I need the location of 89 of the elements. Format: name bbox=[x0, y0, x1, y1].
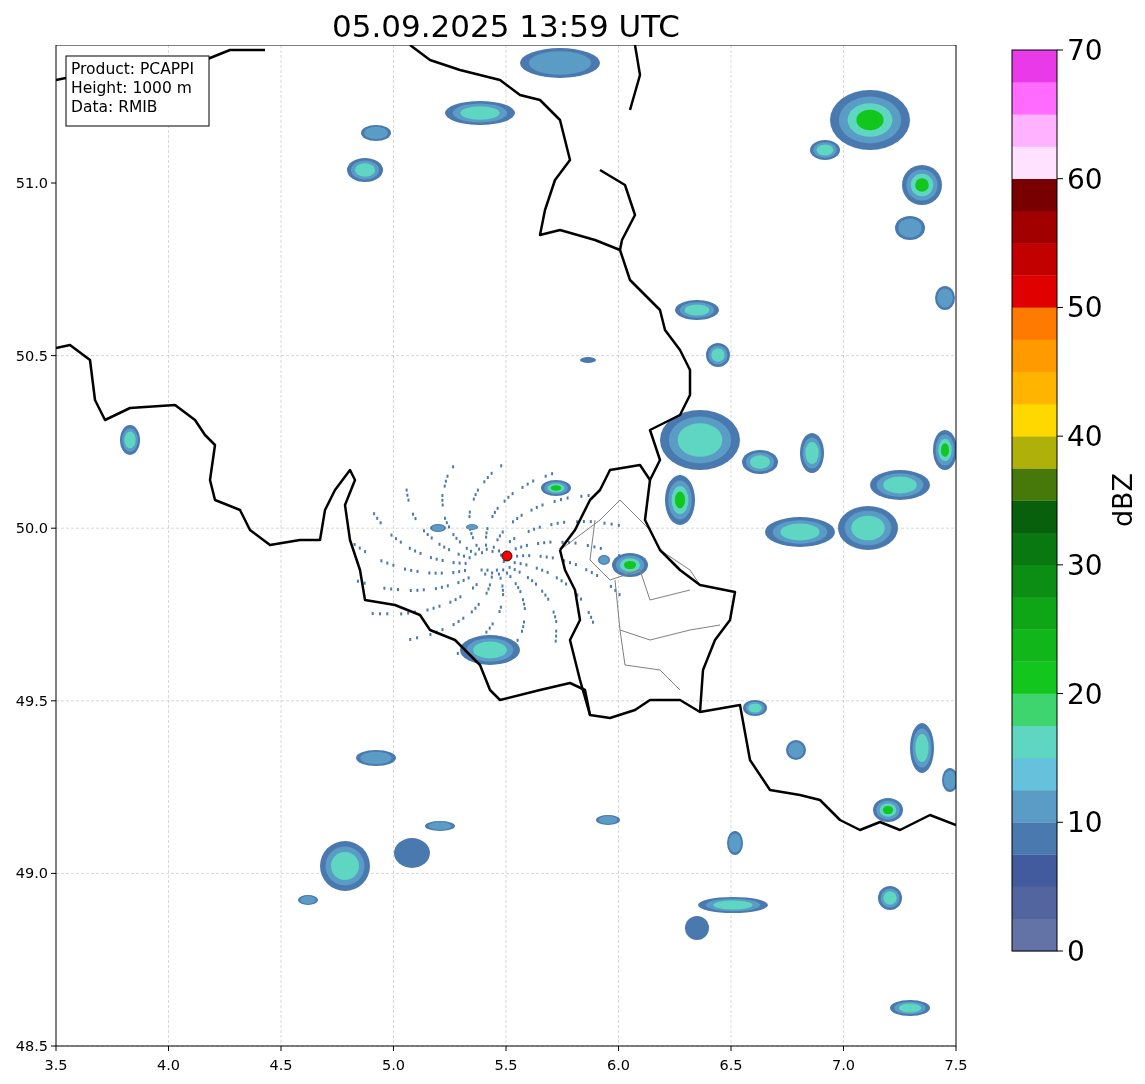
colorbar-tick-label: 40 bbox=[1067, 420, 1103, 454]
axis-tick-label: 3.5 bbox=[44, 1057, 68, 1073]
radar-echo bbox=[445, 101, 515, 125]
axis-tick-label: 5.5 bbox=[494, 1057, 518, 1073]
radar-echo bbox=[460, 635, 520, 665]
radar-echo bbox=[120, 425, 140, 455]
tick-mark bbox=[1056, 564, 1064, 566]
tick-mark bbox=[505, 1045, 507, 1052]
axis-tick-label: 49.5 bbox=[15, 692, 48, 709]
tick-mark bbox=[730, 1045, 732, 1052]
colorbar-tick-label: 10 bbox=[1067, 806, 1103, 840]
axis-tick-label: 50.5 bbox=[15, 347, 48, 364]
radar-echo bbox=[598, 555, 610, 565]
radar-echo bbox=[394, 838, 430, 868]
radar-echo bbox=[902, 165, 942, 205]
axis-tick-label: 6.5 bbox=[719, 1057, 743, 1073]
tick-mark bbox=[1056, 178, 1064, 180]
colorbar-tick-label: 0 bbox=[1067, 935, 1085, 968]
tick-mark bbox=[843, 1045, 844, 1052]
radar-echo bbox=[466, 524, 478, 530]
colorbar-label: dBZ bbox=[1107, 472, 1138, 528]
radar-echo bbox=[786, 740, 806, 760]
radar-echo bbox=[298, 895, 318, 905]
radar-echo bbox=[356, 750, 396, 766]
colorbar-tick-label: 60 bbox=[1067, 162, 1103, 196]
tick-mark bbox=[955, 1045, 957, 1052]
tick-mark bbox=[50, 700, 57, 702]
tick-mark bbox=[50, 872, 57, 874]
radar-echo bbox=[933, 430, 956, 470]
axis-tick-label: 5.0 bbox=[381, 1057, 406, 1073]
tick-mark bbox=[50, 527, 57, 529]
info-text: Product: PCAPPI bbox=[71, 60, 195, 78]
axis-tick-label: 48.5 bbox=[15, 1038, 48, 1054]
tick-mark bbox=[1056, 49, 1064, 51]
radar-echo bbox=[541, 480, 571, 496]
radar-echo bbox=[612, 553, 648, 577]
radar-echo bbox=[320, 841, 370, 891]
radar-echo bbox=[910, 723, 934, 773]
radar-echo bbox=[675, 300, 719, 320]
axis-tick-label: 6.0 bbox=[606, 1057, 631, 1073]
tick-mark bbox=[1056, 306, 1064, 308]
radar-echo bbox=[685, 916, 709, 940]
radar-echo bbox=[878, 886, 902, 910]
tick-mark bbox=[1056, 435, 1064, 437]
colorbar-tick-label: 50 bbox=[1067, 291, 1103, 325]
radar-echo bbox=[425, 821, 455, 831]
radar-echo bbox=[870, 470, 930, 500]
tick-mark bbox=[618, 1045, 619, 1052]
tick-mark bbox=[1056, 693, 1064, 695]
radar-echo bbox=[935, 286, 955, 310]
axis-tick-label: 4.5 bbox=[269, 1057, 293, 1073]
chart-title: 05.09.2025 13:59 UTC bbox=[331, 7, 681, 45]
radar-echo bbox=[895, 216, 925, 240]
tick-mark bbox=[1056, 821, 1064, 823]
radar-echo bbox=[706, 343, 730, 367]
colorbar-tick-label: 20 bbox=[1067, 677, 1103, 711]
axis-tick-label: 7.0 bbox=[831, 1057, 856, 1073]
radar-echo bbox=[765, 517, 835, 547]
axis-tick-label: 50.0 bbox=[15, 520, 48, 537]
tick-mark bbox=[393, 1045, 394, 1052]
radar-echo bbox=[698, 897, 768, 913]
axis-tick-label: 51.0 bbox=[15, 175, 48, 191]
radar-echo bbox=[361, 125, 391, 141]
tick-mark bbox=[280, 1045, 282, 1052]
info-text: Height: 1000 m bbox=[71, 79, 192, 97]
info-text: Data: RMIB bbox=[71, 98, 158, 116]
axis-tick-label: 49.0 bbox=[15, 865, 48, 882]
colorbar-tick-label: 70 bbox=[1067, 34, 1103, 67]
radar-echo bbox=[873, 798, 903, 822]
radar-echo bbox=[580, 357, 596, 363]
colorbar-tick-label: 30 bbox=[1067, 548, 1103, 582]
axis-tick-label: 7.5 bbox=[944, 1057, 968, 1073]
tick-mark bbox=[50, 182, 57, 184]
radar-echo bbox=[727, 831, 743, 855]
tick-mark bbox=[168, 1045, 169, 1052]
radar-site-marker bbox=[501, 550, 513, 562]
radar-echo bbox=[800, 433, 824, 473]
radar-echo bbox=[942, 768, 956, 792]
radar-echo bbox=[743, 700, 767, 716]
axis-tick-label: 4.0 bbox=[156, 1057, 181, 1073]
tick-mark bbox=[1056, 950, 1064, 952]
radar-echo bbox=[596, 815, 620, 825]
radar-echo bbox=[890, 1000, 930, 1016]
radar-echo bbox=[665, 475, 695, 525]
radar-echo bbox=[347, 158, 383, 182]
tick-mark bbox=[50, 355, 57, 357]
radar-echo bbox=[430, 524, 446, 532]
radar-echo bbox=[742, 450, 778, 474]
radar-echo bbox=[838, 506, 898, 550]
